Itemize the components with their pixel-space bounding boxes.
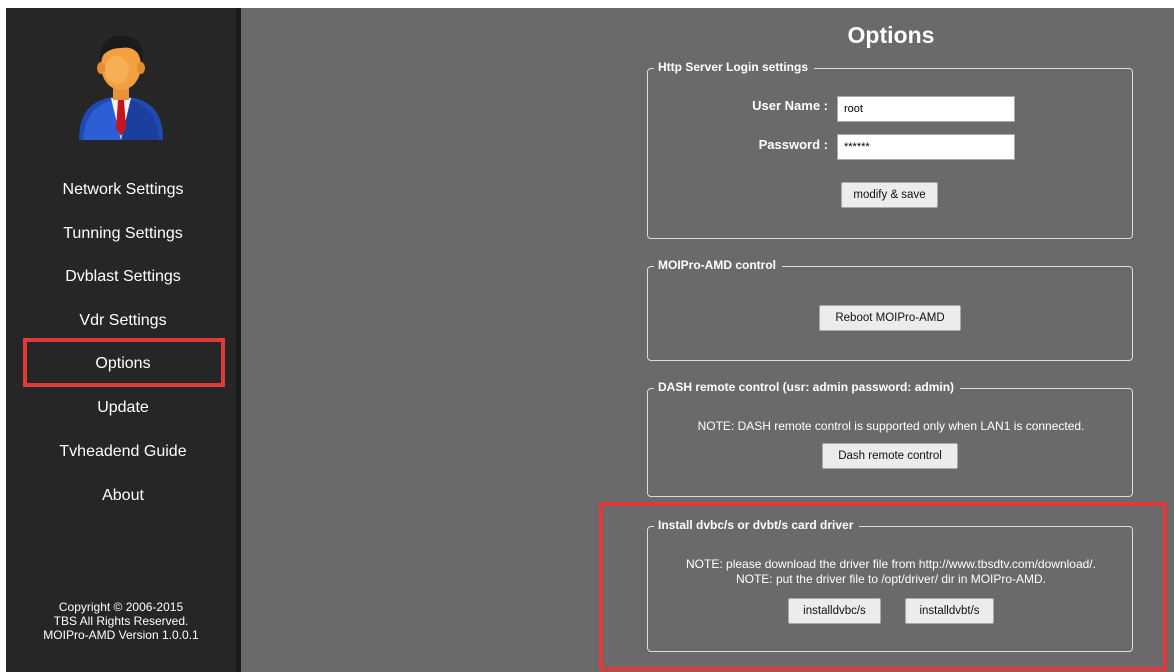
control-panel-legend: MOIPro-AMD control: [654, 258, 782, 272]
version-line: MOIPro-AMD Version 1.0.0.1: [43, 628, 199, 642]
password-label: Password :: [758, 137, 828, 152]
sidebar-item-tvheadend-guide[interactable]: Tvheadend Guide: [18, 443, 228, 461]
dash-remote-control-button[interactable]: Dash remote control: [822, 443, 958, 469]
sidebar-item-dvblast-settings[interactable]: Dvblast Settings: [18, 268, 228, 286]
login-settings-panel: Http Server Login settings User Name : P…: [647, 60, 1133, 239]
reboot-button[interactable]: Reboot MOIPro-AMD: [819, 305, 961, 331]
username-label: User Name :: [752, 98, 828, 113]
copyright: Copyright © 2006-2015 TBS All Rights Res…: [6, 600, 236, 642]
dash-panel-legend: DASH remote control (usr: admin password…: [654, 380, 961, 394]
sidebar-item-update[interactable]: Update: [18, 399, 228, 417]
modify-save-button[interactable]: modify & save: [841, 182, 938, 208]
sidebar-divider: [236, 8, 241, 672]
user-avatar-icon: [79, 35, 163, 140]
sidebar-item-about[interactable]: About: [18, 487, 228, 505]
login-panel-legend: Http Server Login settings: [654, 60, 815, 74]
page-title: Options: [847, 22, 935, 48]
username-input[interactable]: [837, 96, 1015, 122]
dash-remote-panel: DASH remote control (usr: admin password…: [647, 380, 1133, 497]
top-border: [0, 0, 1174, 8]
rights-line: TBS All Rights Reserved.: [53, 614, 189, 628]
password-input[interactable]: [837, 134, 1015, 160]
driver-panel-highlight: [599, 502, 1167, 671]
dash-note: NOTE: DASH remote control is supported o…: [697, 419, 1085, 433]
moipro-control-panel: MOIPro-AMD control Reboot MOIPro-AMD: [647, 258, 1133, 361]
copyright-line: Copyright © 2006-2015: [58, 600, 184, 614]
sidebar-item-vdr-settings[interactable]: Vdr Settings: [18, 312, 228, 330]
selected-item-highlight: [23, 338, 225, 387]
sidebar-item-tunning-settings[interactable]: Tunning Settings: [18, 225, 228, 243]
sidebar-item-network-settings[interactable]: Network Settings: [18, 181, 228, 199]
